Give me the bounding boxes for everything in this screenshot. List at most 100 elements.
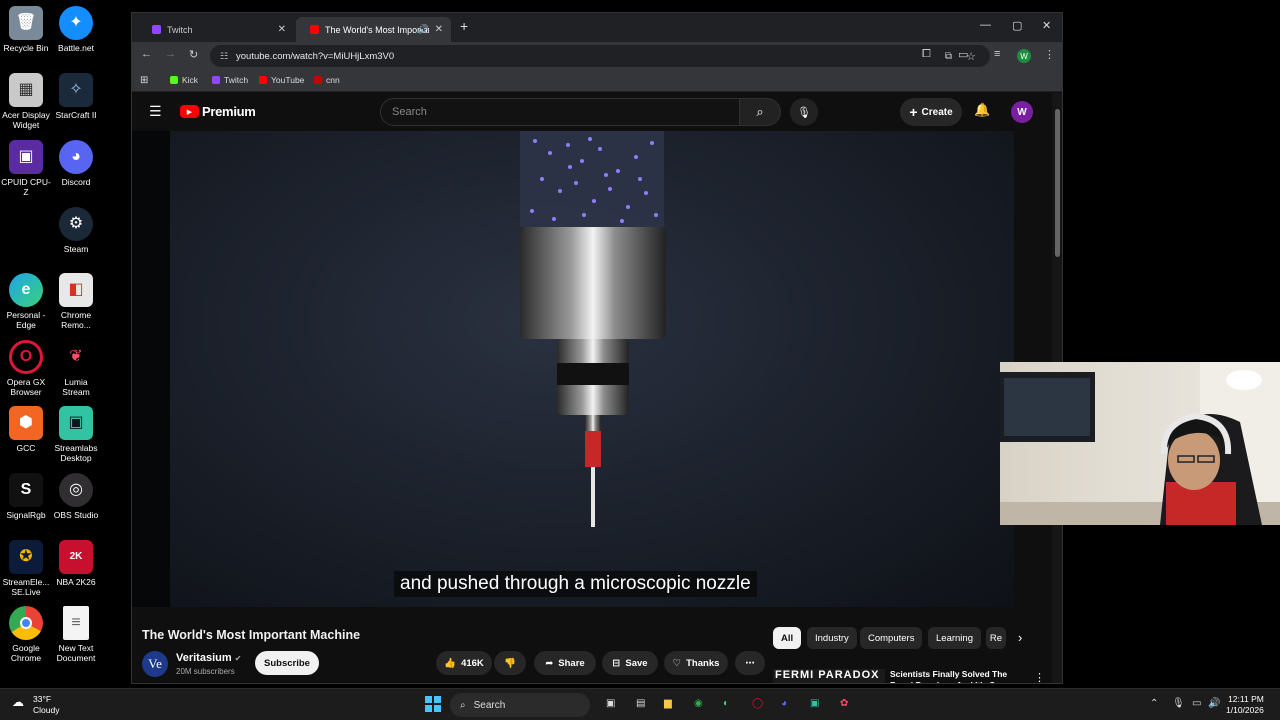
menu-kebab-icon[interactable]: ⋮ (1044, 48, 1055, 61)
desktop-icon-recycle-bin[interactable]: 🗑 Recycle Bin (1, 6, 51, 53)
channel-name[interactable]: Veritasium ✔ (176, 652, 241, 664)
back-icon[interactable]: ← (141, 48, 152, 60)
like-button[interactable]: 👍 416K (436, 651, 492, 675)
reading-list-icon[interactable]: ≡ (994, 48, 1000, 60)
desktop-icon-cpuz[interactable]: ▣ CPUID CPU-Z (1, 140, 51, 197)
discord-taskbar-icon[interactable]: ◕ (781, 698, 787, 709)
profile-avatar[interactable]: W (1017, 49, 1031, 63)
site-info-icon[interactable]: ☷ (220, 51, 228, 62)
chip-related[interactable]: Re (986, 627, 1006, 649)
new-tab-button[interactable]: + (460, 18, 468, 34)
minimize-icon[interactable]: — (980, 19, 991, 31)
split-view-icon[interactable]: ▭ (958, 48, 968, 61)
close-tab-icon[interactable]: ✕ (278, 24, 286, 35)
desktop-icon-acer-display-widget[interactable]: ▦ Acer Display Widget (1, 73, 51, 130)
recommended-title[interactable]: Scientists Finally Solved The Fermi Para… (890, 669, 1020, 683)
reload-icon[interactable]: ↻ (189, 48, 198, 61)
desktop-icon-starcraft[interactable]: ✧ StarCraft II (51, 73, 101, 120)
subscriber-count: 20M subscribers (176, 667, 235, 676)
video-player[interactable]: and pushed through a microscopic nozzle … (132, 131, 1014, 607)
bookmark-kick[interactable]: Kick (170, 75, 198, 85)
channel-avatar[interactable]: Ve (142, 651, 168, 677)
network-icon[interactable]: ▭ (1192, 698, 1201, 709)
nba2k-icon: 2K (59, 540, 93, 574)
forward-icon[interactable]: → (165, 48, 176, 60)
widgets-icon[interactable]: ▤ (636, 698, 645, 709)
desktop-icon-battlenet[interactable]: ✦ Battle.net (51, 6, 101, 53)
close-window-icon[interactable]: ✕ (1042, 19, 1051, 32)
apps-grid-icon[interactable]: ⊞ (140, 75, 148, 86)
volume-icon[interactable]: 🔊 (1208, 698, 1220, 709)
taskbar-search[interactable]: ⌕ Search (450, 693, 590, 717)
tab-youtube-video[interactable]: The World's Most Importan 🔊 ✕ (296, 17, 451, 42)
chip-computers[interactable]: Computers (860, 627, 923, 649)
desktop-icon-obs[interactable]: ◎ OBS Studio (51, 473, 101, 520)
share-button[interactable]: ➦ Share (534, 651, 596, 675)
desktop-icon-discord[interactable]: ◕ Discord (51, 140, 101, 187)
search-icon: ⌕ (756, 104, 764, 119)
install-app-icon[interactable]: ⧉ (945, 51, 952, 62)
subscribe-button[interactable]: Subscribe (255, 651, 319, 675)
hamburger-menu-icon[interactable]: ☰ (149, 103, 162, 120)
taskbar-clock[interactable]: 12:11 PM 1/10/2026 (1226, 694, 1264, 716)
save-button[interactable]: ⊟ Save (602, 651, 658, 675)
chevron-right-icon[interactable]: › (1018, 630, 1022, 645)
task-view-icon[interactable]: ▣ (606, 698, 615, 709)
more-actions-button[interactable]: ⋯ (735, 651, 765, 675)
opera-gx-taskbar-icon[interactable]: ◯ (752, 698, 763, 709)
youtube-icon (310, 25, 319, 34)
recommended-thumbnail[interactable]: FERMI PARADOX (773, 669, 885, 683)
streamlabs-taskbar-icon[interactable]: ▣ (810, 698, 819, 709)
edge-taskbar-icon[interactable]: ◐ (723, 698, 729, 709)
search-button[interactable]: ⌕ (739, 98, 781, 126)
thumbs-up-icon: 👍 (444, 657, 457, 669)
desktop-icon-new-text-document[interactable]: ≡ New Text Document (51, 606, 101, 663)
chip-all[interactable]: All (773, 627, 802, 649)
bookmark-twitch[interactable]: Twitch (212, 75, 248, 85)
desktop-icon-chrome-remote[interactable]: ◧ Chrome Remo... (51, 273, 101, 330)
address-bar[interactable]: ☷ youtube.com/watch?v=MiUHjLxm3V0 ⧉ ☆ (210, 45, 990, 67)
desktop-icon-google-chrome[interactable]: Google Chrome (1, 606, 51, 663)
microphone-icon[interactable]: 🎙 (1172, 698, 1185, 709)
bookmark-cnn[interactable]: cnn (314, 75, 340, 85)
desktop-icon-lumia-stream[interactable]: ❦ Lumia Stream (51, 340, 101, 397)
chip-industry[interactable]: Industry (807, 627, 857, 649)
account-avatar[interactable]: W (1011, 101, 1033, 123)
close-tab-icon[interactable]: ✕ (435, 24, 443, 35)
chip-learning[interactable]: Learning (928, 627, 981, 649)
youtube-page: ☰ ▶ Premium Search ⌕ 🎙 + Create 🔔 W and … (132, 93, 1062, 683)
more-horizontal-icon: ⋯ (745, 657, 755, 669)
cnn-icon (314, 76, 322, 84)
chevron-up-icon[interactable]: ⌃ (1150, 698, 1158, 709)
recommended-more-icon[interactable]: ⋮ (1034, 671, 1045, 683)
desktop-icon-signalrgb[interactable]: S SignalRgb (1, 473, 51, 520)
desktop-icon-streamelements[interactable]: ✪ StreamEle... SE.Live (1, 540, 51, 597)
youtube-premium-logo[interactable]: ▶ Premium (180, 104, 256, 119)
desktop-icon-opera-gx[interactable]: O Opera GX Browser (1, 340, 51, 397)
search-input[interactable]: Search (380, 98, 740, 126)
windows-start-icon[interactable] (425, 696, 441, 712)
weather-icon[interactable]: ☁ (12, 695, 24, 709)
voice-search-button[interactable]: 🎙 (790, 98, 818, 126)
scrollbar-thumb[interactable] (1055, 109, 1060, 257)
notifications-bell-icon[interactable]: 🔔 (974, 102, 990, 118)
thanks-button[interactable]: ♡ Thanks (664, 651, 728, 675)
desktop-icon-nba2k26[interactable]: 2K NBA 2K26 (51, 540, 101, 587)
app-taskbar-icon[interactable]: ✿ (840, 698, 848, 709)
tab-twitch[interactable]: Twitch ✕ (138, 17, 294, 42)
extensions-icon[interactable]: ⧠ (922, 48, 931, 61)
chrome-taskbar-icon[interactable]: ◉ (694, 698, 703, 709)
desktop-icon-streamlabs[interactable]: ▣ Streamlabs Desktop (51, 406, 101, 463)
desktop-icon-steam[interactable]: ⚙ Steam (51, 207, 101, 254)
create-button[interactable]: + Create (900, 98, 962, 126)
desktop-icon-edge[interactable]: e Personal - Edge (1, 273, 51, 330)
file-explorer-icon[interactable]: ▆ (664, 698, 672, 709)
audio-playing-icon[interactable]: 🔊 (418, 24, 429, 35)
bookmark-youtube[interactable]: YouTube (259, 75, 304, 85)
dislike-button[interactable]: 👎 (494, 651, 526, 675)
cpuz-icon: ▣ (9, 140, 43, 174)
desktop-icon-gcc[interactable]: ⬢ GCC (1, 406, 51, 453)
weather-widget[interactable]: 33°F Cloudy (33, 694, 59, 716)
windows-taskbar: ☁ 33°F Cloudy ⌕ Search ▣ ▤ ▆ ◉ ◐ ◯ ◕ ▣ ✿… (0, 688, 1280, 720)
maximize-icon[interactable]: ▢ (1012, 19, 1022, 32)
